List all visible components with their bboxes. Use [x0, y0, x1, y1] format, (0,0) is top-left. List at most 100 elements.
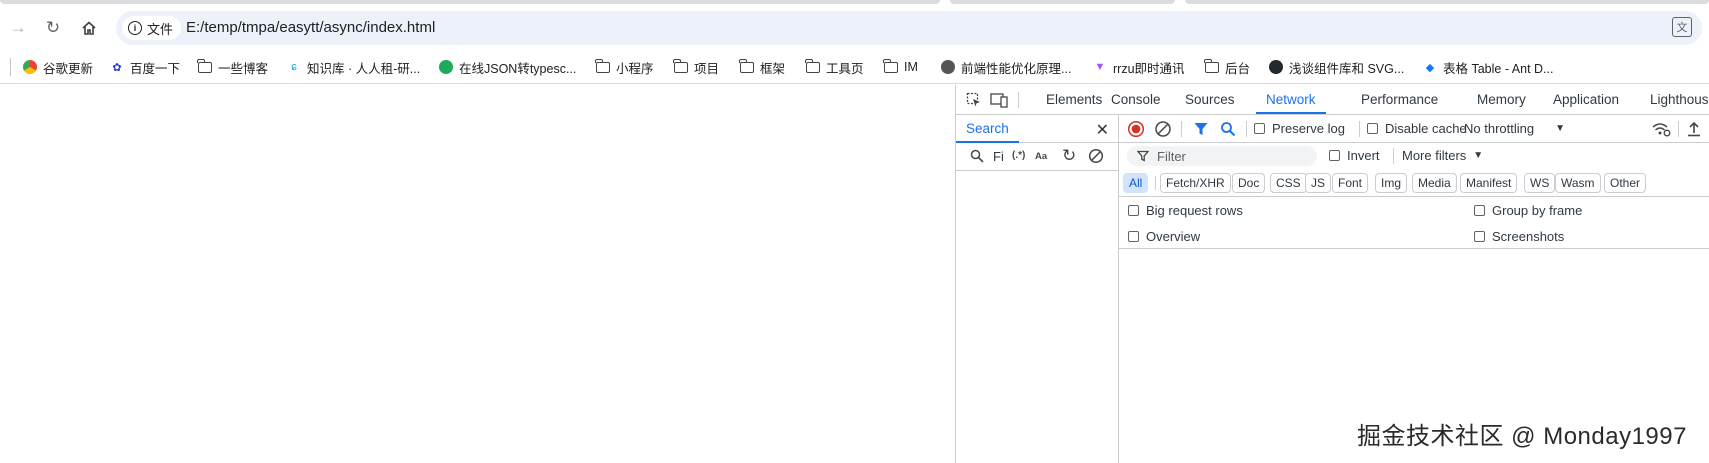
- bookmark-item[interactable]: 一些博客: [197, 58, 268, 76]
- filter-input[interactable]: Filter: [1127, 146, 1317, 166]
- tab-lighthouse[interactable]: Lighthouse: [1640, 85, 1709, 114]
- bookmark-item[interactable]: 谷歌更新: [23, 58, 93, 76]
- dropdown-arrow-icon: ▼: [1473, 150, 1484, 161]
- bookmark-item[interactable]: 在线JSON转typesc...: [439, 58, 576, 76]
- bookmark-label: 项目: [694, 61, 720, 76]
- type-filter-fetch-xhr[interactable]: Fetch/XHR: [1160, 173, 1231, 193]
- inspect-element-icon[interactable]: [965, 91, 983, 109]
- type-filter-img[interactable]: Img: [1375, 173, 1408, 193]
- type-filter-other[interactable]: Other: [1604, 173, 1647, 193]
- throttling-value: No throttling: [1464, 121, 1535, 136]
- reload-button[interactable]: ↻: [41, 16, 65, 40]
- toolbar-divider: [1678, 121, 1679, 137]
- checkbox-box: [1128, 231, 1139, 242]
- screenshots-checkbox[interactable]: Screenshots: [1474, 229, 1564, 244]
- resource-type-filters: All Fetch/XHR Doc CSS JS Font Img Media …: [1119, 169, 1709, 197]
- regex-toggle[interactable]: (.*): [1012, 150, 1025, 161]
- preserve-log-checkbox[interactable]: Preserve log: [1254, 121, 1345, 136]
- big-request-rows-label: Big request rows: [1146, 203, 1243, 218]
- url-text[interactable]: E:/temp/tmpa/easytt/async/index.html: [186, 19, 435, 36]
- type-filter-ws[interactable]: WS: [1524, 173, 1556, 193]
- match-case-toggle[interactable]: Aa: [1035, 151, 1047, 162]
- disable-cache-row[interactable]: Disable cache: [1347, 121, 1467, 136]
- site-info-chip[interactable]: i 文件: [122, 16, 182, 40]
- bookmark-item[interactable]: ɕ 知识库 · 人人租-研...: [287, 58, 420, 76]
- type-filter-doc[interactable]: Doc: [1232, 173, 1266, 193]
- translate-icon[interactable]: 文: [1672, 17, 1692, 37]
- chrome-icon: [23, 60, 37, 74]
- checkbox-box: [1128, 205, 1139, 216]
- tab-shape: [950, 0, 1175, 4]
- clear-log-icon[interactable]: [1154, 120, 1172, 141]
- bookmark-item[interactable]: 小程序: [595, 58, 654, 76]
- bookmark-item[interactable]: 框架: [739, 58, 786, 76]
- type-filter-css[interactable]: CSS: [1270, 173, 1307, 193]
- type-filter-font[interactable]: Font: [1332, 173, 1369, 193]
- throttling-select[interactable]: No throttling ▼: [1464, 121, 1565, 136]
- close-icon[interactable]: ✕: [1096, 120, 1109, 140]
- overview-checkbox[interactable]: Overview: [1128, 229, 1200, 244]
- tab-sources[interactable]: Sources: [1175, 85, 1245, 114]
- filter-placeholder: Filter: [1157, 148, 1186, 164]
- device-toolbar-icon[interactable]: [990, 91, 1008, 109]
- antd-icon: ◆: [1425, 61, 1435, 74]
- tab-search[interactable]: Search: [956, 115, 1019, 143]
- bookmark-item[interactable]: ▼ rrzu即时通讯: [1093, 58, 1185, 76]
- home-button[interactable]: [77, 16, 101, 40]
- bookmark-item[interactable]: ◆ 表格 Table - Ant D...: [1423, 58, 1554, 76]
- checkbox-box: [1329, 150, 1340, 161]
- type-filter-all[interactable]: All: [1123, 173, 1149, 193]
- network-conditions-icon[interactable]: [1651, 120, 1671, 141]
- filter-funnel-icon[interactable]: [1193, 121, 1209, 140]
- more-filters-dropdown[interactable]: More filters ▼: [1402, 148, 1483, 163]
- bookmark-item[interactable]: 后台: [1204, 58, 1250, 76]
- record-icon[interactable]: [1127, 120, 1145, 141]
- checkbox-box: [1474, 205, 1485, 216]
- baidu-paw-icon: ✿: [112, 61, 122, 74]
- dropdown-arrow-icon: ▼: [1555, 123, 1565, 134]
- bookmark-item[interactable]: 工具页: [805, 58, 864, 76]
- bookmark-label: 百度一下: [130, 61, 181, 76]
- type-filter-wasm[interactable]: Wasm: [1555, 173, 1601, 193]
- folder-icon: [595, 58, 610, 74]
- tab-shape: [1185, 0, 1709, 4]
- screenshots-label: Screenshots: [1492, 229, 1565, 244]
- folder-icon: [197, 58, 212, 74]
- tab-memory[interactable]: Memory: [1467, 85, 1536, 114]
- bookmark-label: 浅谈组件库和 SVG...: [1289, 61, 1405, 76]
- omnibox[interactable]: i 文件 E:/temp/tmpa/easytt/async/index.htm…: [116, 11, 1702, 45]
- network-panel: Preserve log Disable cache No throttling…: [1119, 115, 1709, 463]
- knowledge-icon: ɕ: [291, 61, 297, 73]
- search-input[interactable]: Fi: [993, 149, 1004, 164]
- search-icon: [970, 149, 984, 166]
- bookmarks-bar: 谷歌更新 ✿ 百度一下 一些博客 ɕ 知识库 · 人人租-研... 在线JSON…: [0, 50, 1709, 84]
- group-by-frame-checkbox[interactable]: Group by frame: [1474, 203, 1582, 218]
- toolbar-divider: [1155, 176, 1156, 190]
- bookmark-item[interactable]: 浅谈组件库和 SVG...: [1269, 58, 1404, 76]
- import-har-icon[interactable]: [1686, 120, 1702, 141]
- tab-application[interactable]: Application: [1543, 85, 1629, 114]
- forward-button[interactable]: →: [6, 16, 30, 40]
- filter-row: Filter Invert More filters ▼: [1119, 143, 1709, 169]
- tab-console[interactable]: Console: [1101, 85, 1171, 114]
- search-network-icon[interactable]: [1220, 121, 1236, 140]
- tab-network[interactable]: Network: [1256, 85, 1326, 114]
- bookmark-item[interactable]: IM: [883, 58, 918, 76]
- bookmark-item[interactable]: ✿ 百度一下: [110, 58, 180, 76]
- type-filter-manifest[interactable]: Manifest: [1460, 173, 1518, 193]
- search-pane: Search ✕ Fi (.*) Aa ↻: [956, 115, 1119, 463]
- tab-performance[interactable]: Performance: [1351, 85, 1448, 114]
- bookmark-item[interactable]: 项目: [673, 58, 720, 76]
- type-filter-media[interactable]: Media: [1412, 173, 1457, 193]
- preserve-log-label: Preserve log: [1272, 121, 1345, 136]
- bookmark-label: 框架: [760, 61, 786, 76]
- invert-checkbox[interactable]: Invert: [1329, 148, 1380, 163]
- more-filters-label: More filters: [1402, 148, 1467, 163]
- clear-icon[interactable]: [1088, 148, 1104, 167]
- checkbox-box: [1367, 123, 1378, 134]
- bookmark-item[interactable]: 前端性能优化原理...: [941, 58, 1071, 76]
- big-request-rows-checkbox[interactable]: Big request rows: [1128, 203, 1243, 218]
- type-filter-js[interactable]: JS: [1305, 173, 1332, 193]
- refresh-icon[interactable]: ↻: [1062, 146, 1076, 166]
- toolbar-divider: [1018, 92, 1019, 108]
